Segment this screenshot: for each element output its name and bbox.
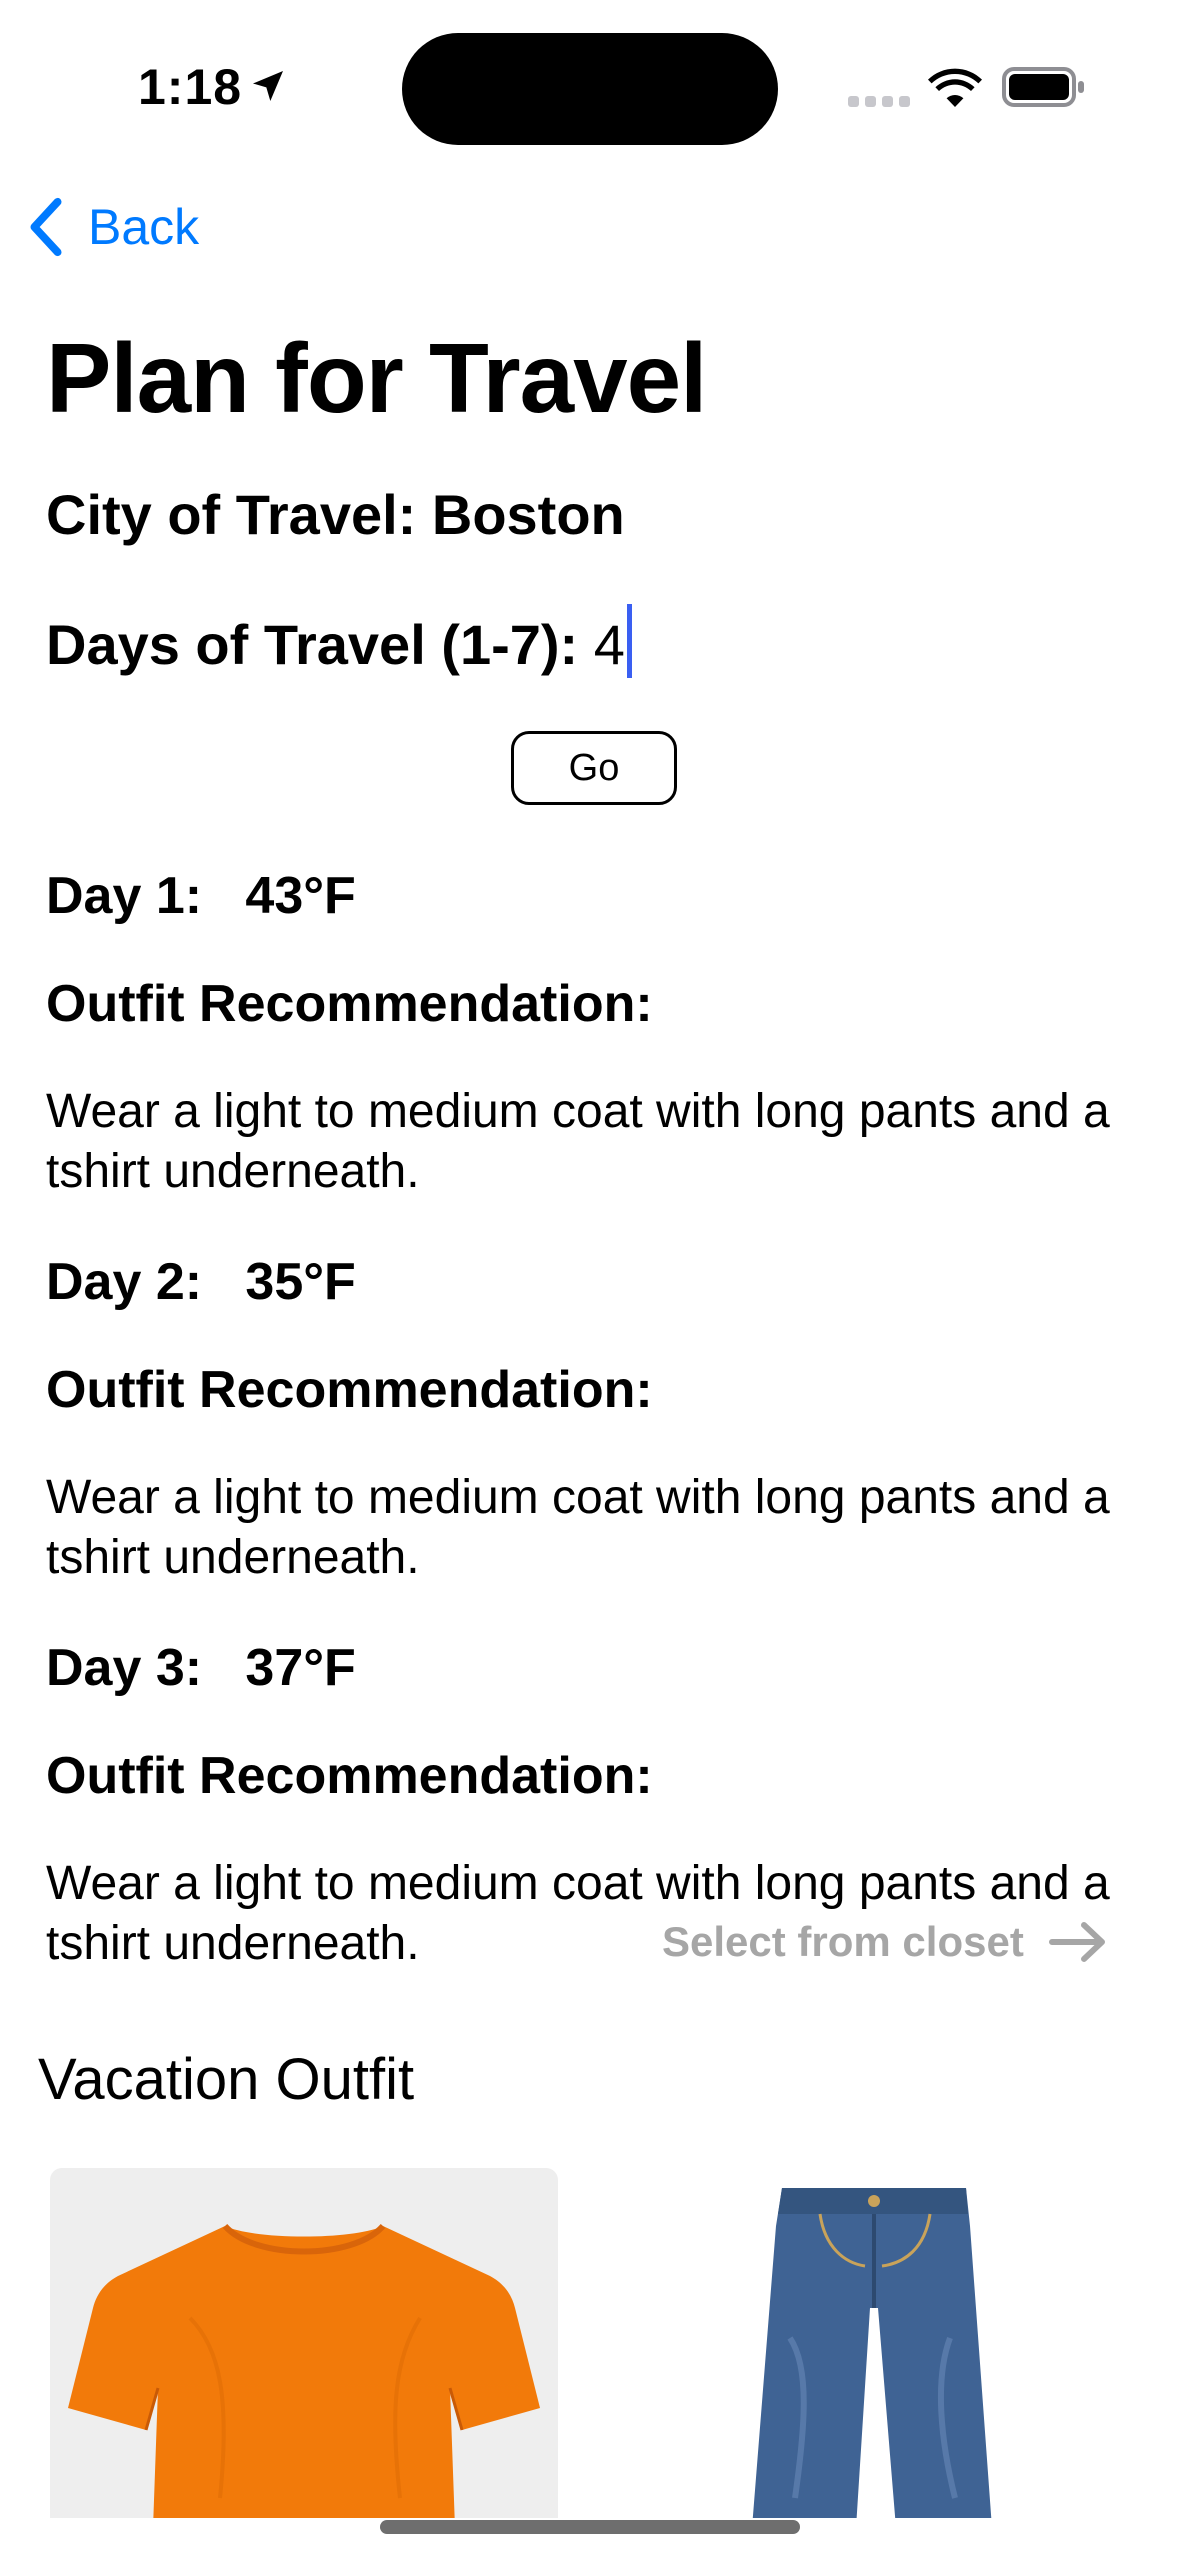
select-from-closet-link[interactable]: Select from closet [662,1918,1110,1966]
day-2-temperature: Day 2: 35°F [46,1253,356,1311]
page-title: Plan for Travel [46,323,707,433]
tshirt-image [68,2223,540,2518]
select-from-closet-label: Select from closet [662,1918,1024,1965]
wifi-icon [928,68,982,107]
chevron-left-icon [30,197,62,257]
back-button[interactable]: Back [26,196,199,258]
day-1-recommendation-text: Wear a light to medium coat with long pa… [46,1085,1110,1198]
home-indicator [380,2520,800,2534]
arrow-right-icon [1048,1922,1105,1962]
jeans-image [752,2188,992,2518]
vacation-outfit-title: Vacation Outfit [38,2047,415,2112]
days-row: Days of Travel (1-7): 4 [46,604,632,678]
status-time: 1:18 [138,59,243,115]
cellular-signal-icon [848,96,910,107]
day-3-temperature: Day 3: 37°F [46,1639,356,1697]
day-2-recommendation-text: Wear a light to medium coat with long pa… [46,1471,1110,1584]
day-1-recommendation-label: Outfit Recommendation: [46,975,653,1033]
outfit-item-jeans[interactable] [620,2168,1128,2518]
days-label: Days of Travel (1-7): [46,613,594,676]
days-input[interactable]: 4 [594,613,625,676]
city-label: City of Travel: Boston [46,483,625,546]
day-3-recommendation-label: Outfit Recommendation: [46,1747,653,1805]
battery-icon [1002,67,1084,107]
outfit-item-tshirt[interactable] [50,2168,558,2518]
back-label: Back [88,199,200,255]
text-cursor [626,604,632,678]
day-1-temperature: Day 1: 43°F [46,867,356,925]
go-button[interactable]: Go [511,731,677,805]
location-arrow-icon [253,71,283,101]
day-2-recommendation-label: Outfit Recommendation: [46,1361,653,1419]
dynamic-island [402,33,778,145]
